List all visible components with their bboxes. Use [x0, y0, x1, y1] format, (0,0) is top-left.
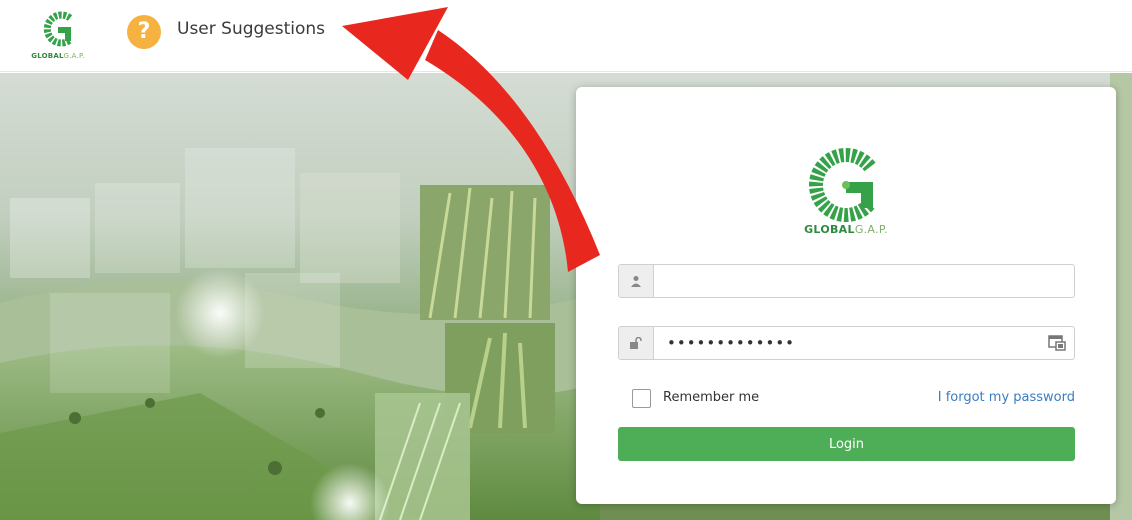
password-input[interactable] — [655, 327, 1041, 359]
password-field — [618, 326, 1075, 360]
page: GLOBALG.A.P. ? User Suggestions GLOBALG.… — [0, 0, 1132, 520]
login-card: GLOBALG.A.P. ••••••••••••• Remember me I… — [576, 87, 1116, 504]
username-input[interactable] — [655, 265, 1041, 297]
user-icon — [619, 265, 654, 297]
login-button[interactable]: Login — [618, 427, 1075, 461]
forgot-password-link[interactable]: I forgot my password — [938, 390, 1075, 405]
header-logo[interactable]: GLOBALG.A.P. — [28, 8, 88, 62]
globalgap-logo-icon — [43, 11, 73, 47]
password-reveal-icon[interactable] — [1048, 335, 1066, 351]
username-field — [618, 264, 1075, 298]
top-bar: GLOBALG.A.P. ? User Suggestions — [0, 0, 1132, 72]
header-brand-text: GLOBALG.A.P. — [31, 52, 85, 60]
remember-me-checkbox[interactable] — [632, 389, 651, 408]
remember-me-label: Remember me — [663, 390, 760, 405]
question-circle-icon[interactable]: ? — [127, 15, 161, 49]
globalgap-logo-icon — [809, 148, 876, 222]
login-brand-text: GLOBALG.A.P. — [804, 223, 888, 236]
user-suggestions-link[interactable]: User Suggestions — [177, 19, 325, 39]
unlock-icon — [619, 327, 654, 359]
